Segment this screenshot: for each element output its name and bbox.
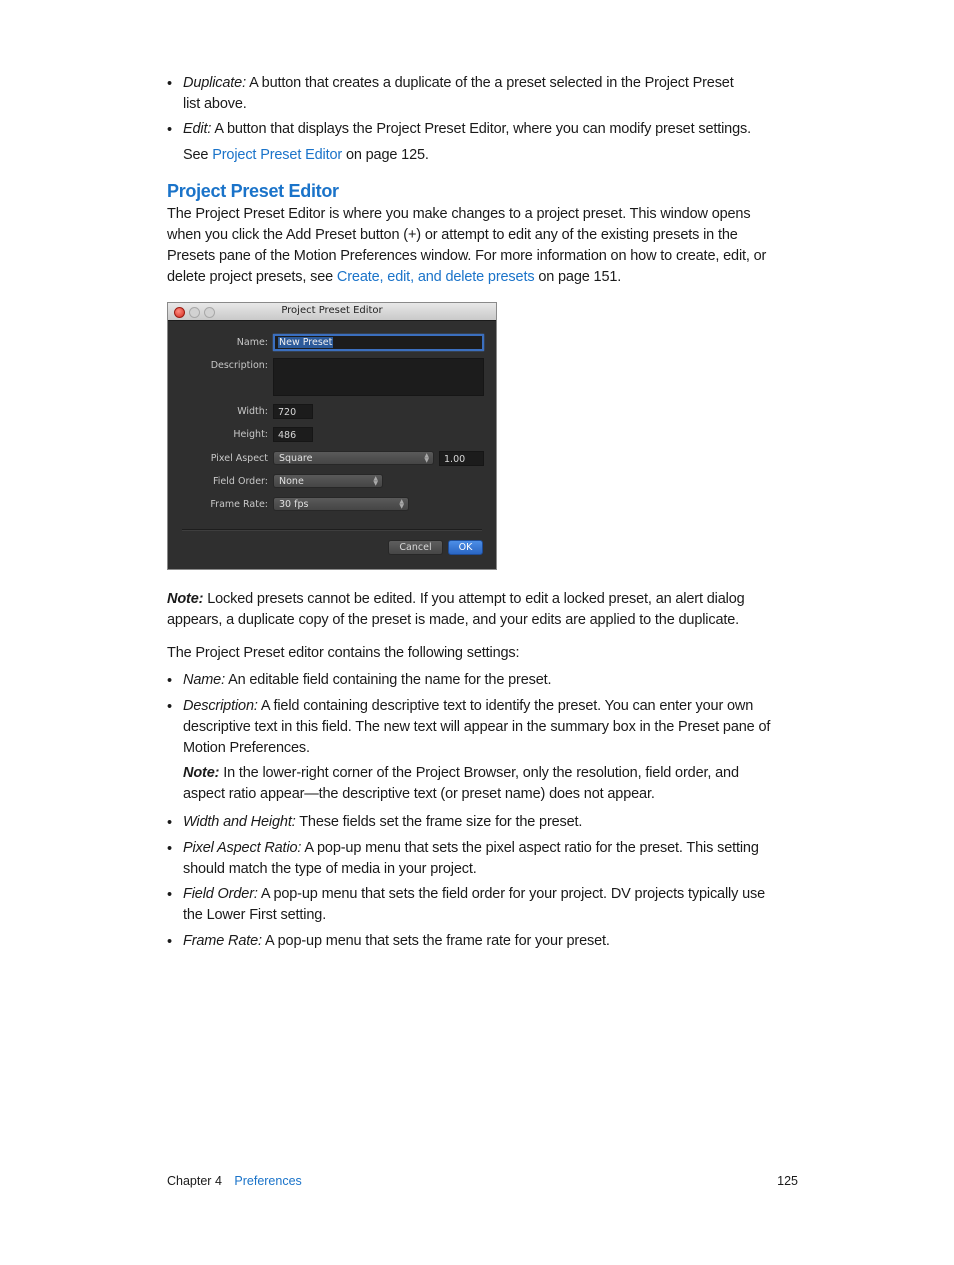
description-textarea[interactable] bbox=[273, 358, 484, 396]
footer-chapter: Chapter 4 Preferences bbox=[167, 1173, 302, 1189]
link-create-edit-delete-presets[interactable]: Create, edit, and delete presets bbox=[337, 269, 535, 285]
frame-rate-value: 30 fps bbox=[279, 499, 309, 510]
name-input[interactable]: New Preset bbox=[273, 334, 484, 351]
intro-suffix: on page 151. bbox=[534, 269, 622, 285]
bullet-marker: • bbox=[167, 841, 172, 857]
note-text: Locked presets cannot be edited. If you … bbox=[203, 591, 745, 607]
field-order-label: Field Order: bbox=[213, 476, 268, 487]
term-duplicate: Duplicate: bbox=[183, 75, 246, 91]
section-heading: Project Preset Editor bbox=[167, 181, 339, 201]
bullet-marker: • bbox=[167, 673, 172, 689]
note-text: aspect ratio appear—the descriptive text… bbox=[183, 786, 655, 802]
setting-term: Field Order: bbox=[183, 886, 258, 902]
window-title: Project Preset Editor bbox=[281, 305, 383, 316]
intro-line: The Project Preset Editor is where you m… bbox=[167, 206, 751, 222]
note-text: In the lower-right corner of the Project… bbox=[219, 765, 739, 781]
ok-button[interactable]: OK bbox=[448, 540, 483, 555]
setting-text: A field containing descriptive text to i… bbox=[260, 698, 754, 714]
note-label: Note: bbox=[167, 591, 204, 607]
setting-text: descriptive text in this field. The new … bbox=[183, 719, 771, 735]
setting-text: Motion Preferences. bbox=[183, 740, 310, 756]
setting-term: Description: bbox=[183, 698, 258, 714]
setting-text: the Lower First setting. bbox=[183, 907, 327, 923]
height-input[interactable]: 486 bbox=[273, 427, 313, 442]
setting-text: should match the type of media in your p… bbox=[183, 861, 477, 877]
see-prefix: See bbox=[183, 147, 213, 163]
note-text: appears, a duplicate copy of the preset … bbox=[167, 612, 740, 628]
bullet-text: list above. bbox=[183, 96, 247, 112]
pixel-aspect-value: Square bbox=[279, 453, 313, 464]
bullet-marker: • bbox=[167, 887, 172, 903]
setting-text: A pop-up menu that sets the frame rate f… bbox=[265, 933, 610, 949]
divider bbox=[182, 529, 482, 531]
setting-text: A pop-up menu that sets the pixel aspect… bbox=[304, 840, 759, 856]
note-locked-presets: Note: Locked presets cannot be edited. I… bbox=[167, 589, 803, 631]
field-order-value: None bbox=[279, 476, 304, 487]
bullet-marker: • bbox=[167, 934, 172, 950]
document-page: • Duplicate: A button that creates a dup… bbox=[0, 0, 954, 1265]
bullet-marker: • bbox=[167, 815, 172, 831]
frame-rate-popup[interactable]: 30 fps ▲ ▼ bbox=[273, 497, 409, 511]
bullet-marker: • bbox=[167, 76, 172, 92]
intro-line: when you click the Add Preset button (+)… bbox=[167, 227, 738, 243]
pixel-aspect-popup[interactable]: Square ▲ ▼ bbox=[273, 451, 434, 465]
updown-arrows-icon: ▲ ▼ bbox=[399, 498, 404, 510]
note-project-browser: Note: In the lower-right corner of the P… bbox=[183, 763, 813, 805]
setting-text: A pop-up menu that sets the field order … bbox=[260, 886, 766, 902]
intro-line: Presets pane of the Motion Preferences w… bbox=[167, 248, 767, 264]
window-titlebar: Project Preset Editor bbox=[168, 303, 496, 321]
pixel-aspect-ratio-input[interactable]: 1.00 bbox=[439, 451, 484, 466]
name-label: Name: bbox=[236, 337, 268, 348]
setting-term: Width and Height: bbox=[183, 814, 296, 830]
pixel-aspect-label: Pixel Aspect bbox=[210, 453, 268, 464]
note-label: Note: bbox=[183, 765, 220, 781]
chapter-title-link[interactable]: Preferences bbox=[234, 1174, 301, 1188]
bullet-marker: • bbox=[167, 699, 172, 715]
setting-term: Frame Rate: bbox=[183, 933, 262, 949]
term-edit: Edit: bbox=[183, 121, 212, 137]
description-label: Description: bbox=[210, 360, 268, 371]
bullet-text: A button that creates a duplicate of the… bbox=[249, 75, 734, 91]
updown-arrows-icon: ▲ ▼ bbox=[424, 452, 429, 464]
link-project-preset-editor[interactable]: Project Preset Editor bbox=[212, 147, 342, 163]
setting-text: These fields set the frame size for the … bbox=[299, 814, 583, 830]
chapter-number: Chapter 4 bbox=[167, 1174, 222, 1188]
settings-intro: The Project Preset editor contains the f… bbox=[167, 645, 520, 661]
bullet-text: A button that displays the Project Prese… bbox=[214, 121, 751, 137]
see-suffix: on page 125. bbox=[342, 147, 429, 163]
setting-term: Pixel Aspect Ratio: bbox=[183, 840, 302, 856]
setting-text: An editable field containing the name fo… bbox=[228, 672, 552, 688]
updown-arrows-icon: ▲ ▼ bbox=[373, 475, 378, 487]
bullet-marker: • bbox=[167, 122, 172, 138]
page-number: 125 bbox=[777, 1174, 798, 1188]
height-label: Height: bbox=[233, 429, 268, 440]
field-order-popup[interactable]: None ▲ ▼ bbox=[273, 474, 383, 488]
frame-rate-label: Frame Rate: bbox=[210, 499, 268, 510]
intro-paragraph: The Project Preset Editor is where you m… bbox=[167, 204, 803, 288]
cancel-button[interactable]: Cancel bbox=[388, 540, 443, 555]
width-input[interactable]: 720 bbox=[273, 404, 313, 419]
project-preset-editor-window: Project Preset Editor Name: New Preset D… bbox=[167, 302, 497, 570]
name-value: New Preset bbox=[278, 337, 334, 348]
intro-line: delete project presets, see bbox=[167, 269, 337, 285]
width-label: Width: bbox=[237, 406, 268, 417]
setting-term: Name: bbox=[183, 672, 225, 688]
